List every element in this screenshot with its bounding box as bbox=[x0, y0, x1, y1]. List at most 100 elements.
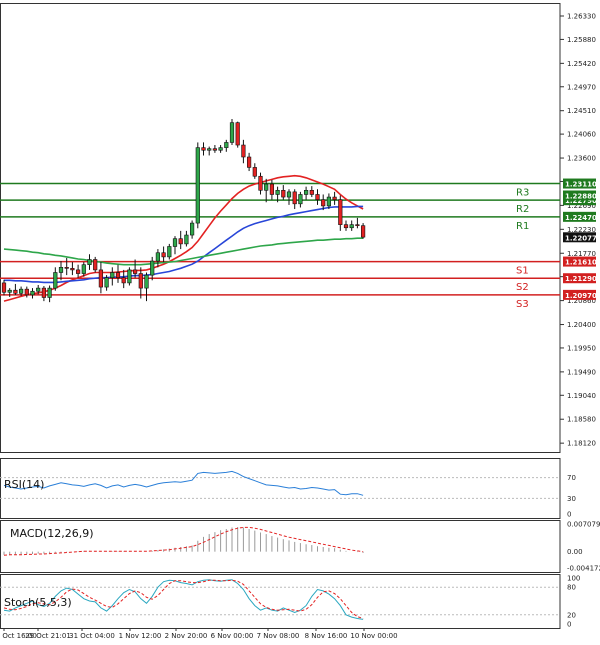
candle-bearish bbox=[76, 269, 81, 274]
time-axis-label: 7 Nov 08:00 bbox=[257, 632, 300, 640]
candle-bullish bbox=[207, 148, 212, 151]
rsi-label: RSI(14) bbox=[4, 478, 44, 491]
candle-bullish bbox=[218, 147, 223, 151]
candle-bearish bbox=[235, 122, 240, 146]
candle-bullish bbox=[167, 246, 172, 258]
level-tag-s3-text: 1.20970 bbox=[565, 292, 597, 300]
candle-bullish bbox=[275, 190, 280, 195]
candle-bearish bbox=[24, 288, 29, 296]
candle-bullish bbox=[349, 224, 354, 229]
price-axis-label: 1.25420 bbox=[567, 60, 596, 68]
macd-label: MACD(12,26,9) bbox=[10, 527, 94, 540]
candle-bullish bbox=[184, 234, 189, 245]
moving-average-line-3 bbox=[3, 237, 364, 266]
candle-bearish bbox=[332, 196, 337, 200]
rsi-axis-label: 70 bbox=[567, 474, 576, 482]
level-label-r3: R3 bbox=[516, 188, 529, 199]
candle-bearish bbox=[321, 199, 326, 207]
candle-bullish bbox=[144, 274, 149, 289]
candle-bullish bbox=[286, 191, 292, 198]
stoch-axis-label: 0 bbox=[567, 621, 571, 629]
candle-bullish bbox=[224, 142, 229, 148]
time-axis-label: 8 Nov 16:00 bbox=[305, 632, 348, 640]
rsi-panel-frame bbox=[0, 458, 561, 519]
level-tag-r1-text: 1.22470 bbox=[565, 214, 597, 222]
candle-bullish bbox=[264, 183, 269, 191]
candle-bearish bbox=[338, 199, 343, 225]
candle-bearish bbox=[178, 238, 183, 245]
candle-bearish bbox=[98, 269, 103, 288]
candle-bearish bbox=[41, 287, 46, 298]
candle-bullish bbox=[104, 277, 109, 288]
time-axis-label: 29 Oct 21:01 bbox=[25, 632, 71, 640]
macd-axis-label: 0.00 bbox=[567, 548, 583, 556]
macd-axis-label: -0.004172 bbox=[567, 565, 600, 573]
level-label-s1: S1 bbox=[516, 266, 529, 277]
candle-bearish bbox=[343, 224, 349, 229]
candle-bearish bbox=[138, 273, 143, 289]
time-axis-label: 10 Nov 00:00 bbox=[350, 632, 397, 640]
candle-bearish bbox=[121, 277, 126, 284]
rsi-axis-label: 30 bbox=[567, 495, 576, 503]
rsi-axis-label: 0 bbox=[567, 511, 571, 519]
stoch-axis-label: 100 bbox=[567, 575, 580, 583]
price-axis-label: 1.19950 bbox=[567, 344, 596, 352]
level-tag-partial-text: 1.22880 bbox=[565, 193, 597, 201]
candle-bullish bbox=[298, 194, 303, 205]
candle-bearish bbox=[64, 267, 69, 269]
moving-average-line-2 bbox=[4, 205, 364, 284]
stoch-panel-frame bbox=[0, 574, 561, 629]
price-axis-label: 1.19040 bbox=[567, 392, 596, 400]
candle-bullish bbox=[155, 252, 161, 262]
price-axis-label: 1.21770 bbox=[567, 250, 596, 258]
candle-bullish bbox=[30, 290, 35, 296]
candle-bearish bbox=[70, 268, 75, 271]
stoch-axis-label: 20 bbox=[567, 611, 576, 619]
candle-bullish bbox=[7, 289, 12, 293]
price-axis-label: 1.25880 bbox=[567, 36, 596, 44]
current-price-tag-text: 1.22077 bbox=[565, 234, 597, 242]
macd-axis-label: 0.007079 bbox=[567, 521, 600, 529]
candle-bearish bbox=[252, 167, 257, 177]
candle-bearish bbox=[241, 144, 246, 158]
candle-bullish bbox=[47, 287, 52, 298]
candle-bullish bbox=[53, 272, 58, 289]
candle-bearish bbox=[115, 272, 121, 279]
stoch-axis-label: 80 bbox=[567, 584, 576, 592]
candle-bullish bbox=[87, 259, 92, 265]
candle-bullish bbox=[58, 267, 64, 273]
candle-bullish bbox=[229, 122, 235, 143]
time-axis-label: 6 Nov 00:00 bbox=[211, 632, 254, 640]
time-axis-label: 2 Nov 20:00 bbox=[165, 632, 208, 640]
candle-bearish bbox=[360, 225, 366, 238]
candle-bearish bbox=[315, 194, 320, 200]
level-tag-r3-text: 1.23110 bbox=[565, 181, 597, 189]
price-axis-label: 1.24970 bbox=[567, 83, 596, 91]
candle-bullish bbox=[172, 238, 178, 247]
candle-bearish bbox=[269, 183, 275, 195]
price-axis-label: 1.20400 bbox=[567, 321, 596, 329]
price-axis-label: 1.23600 bbox=[567, 155, 596, 163]
candle-bearish bbox=[292, 191, 297, 205]
price-axis-label: 1.18580 bbox=[567, 416, 596, 424]
candle-bearish bbox=[93, 259, 98, 271]
candle-bearish bbox=[355, 224, 360, 226]
candle-bearish bbox=[258, 175, 263, 191]
candle-bearish bbox=[13, 289, 18, 294]
candle-bearish bbox=[133, 269, 138, 274]
price-chart: 1.26330 1.25880 1.25420 1.24970 1.24510 1.240… bbox=[0, 3, 600, 640]
price-axis-label: 1.18120 bbox=[567, 440, 596, 448]
level-label-s3: S3 bbox=[516, 299, 529, 310]
level-label-s2: S2 bbox=[516, 282, 529, 293]
candle-bearish bbox=[212, 148, 218, 151]
candle-bearish bbox=[247, 156, 252, 168]
price-axis-label: 1.24510 bbox=[567, 107, 596, 115]
price-axis-label: 1.24060 bbox=[567, 131, 596, 139]
candle-bullish bbox=[18, 288, 24, 294]
candle-bearish bbox=[161, 252, 166, 258]
main-panel-frame bbox=[0, 3, 561, 453]
candle-bullish bbox=[110, 272, 115, 279]
candle-bullish bbox=[190, 222, 195, 236]
candle-bullish bbox=[303, 190, 309, 195]
candle-bearish bbox=[201, 147, 206, 151]
